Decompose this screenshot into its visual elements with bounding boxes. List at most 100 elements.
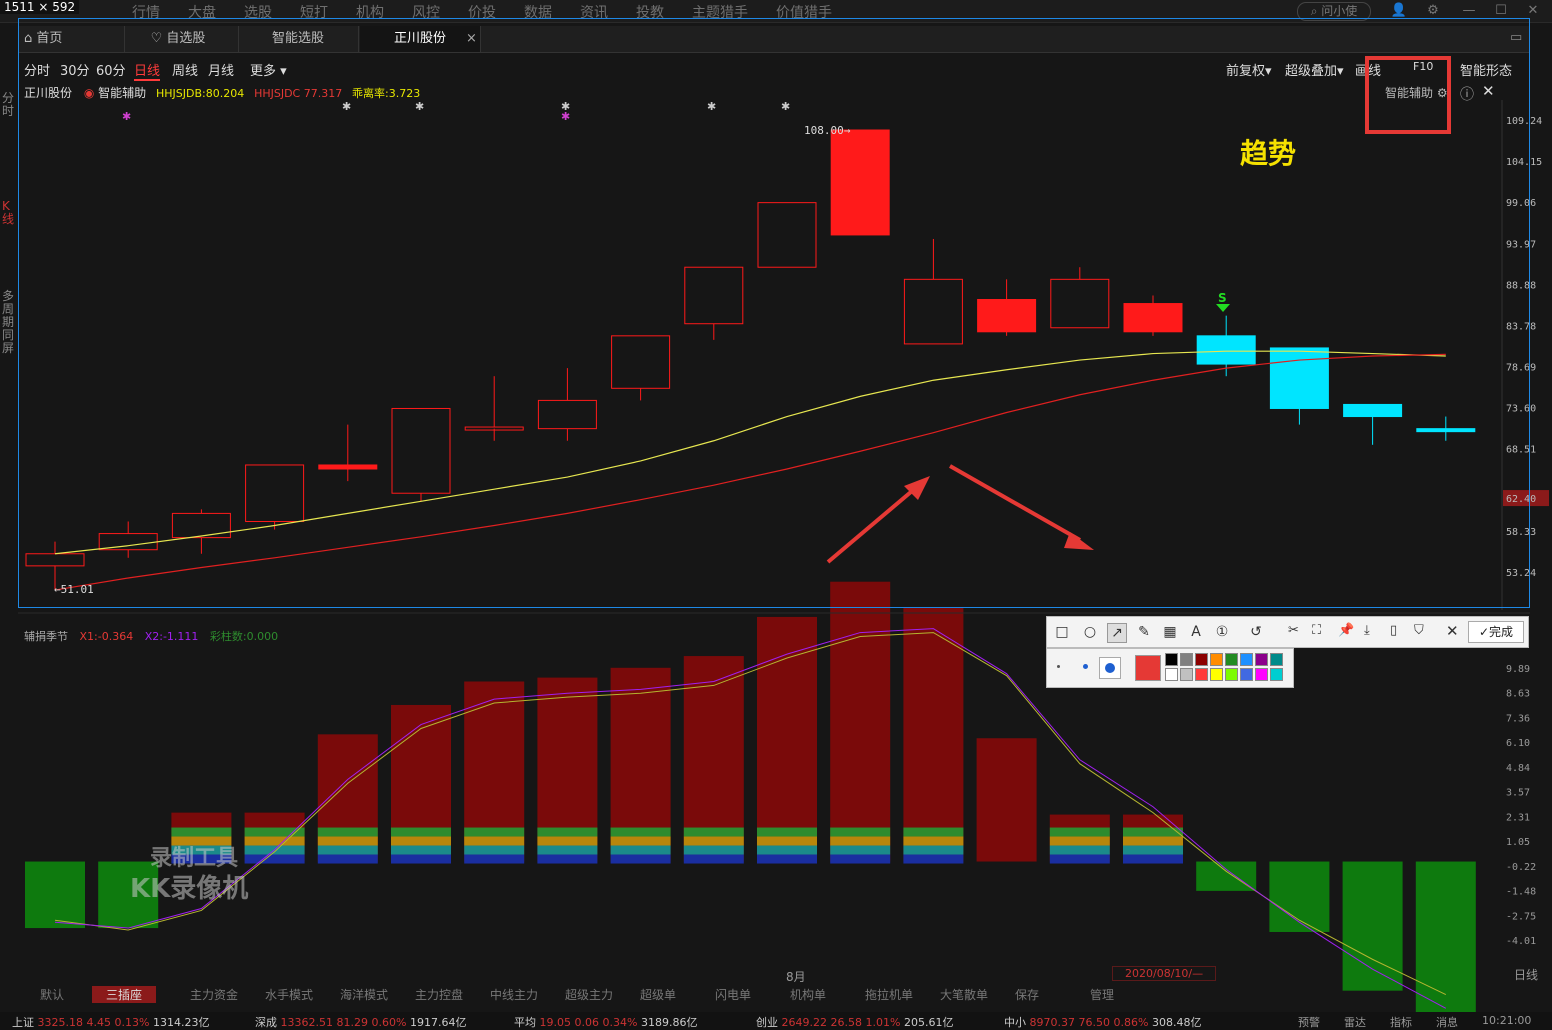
color-swatch[interactable] [1255,653,1268,666]
size-large[interactable] [1099,657,1121,679]
date-range-label: 2020/08/10/— [1112,966,1217,981]
help-icon[interactable]: ⓘ [1460,84,1474,104]
indicator-band [317,827,378,837]
color-swatch[interactable] [1180,668,1193,681]
arrow-tool-icon[interactable]: ↗ [1107,623,1127,643]
bookmark-icon[interactable]: ⛉ [1414,623,1424,638]
color-swatch[interactable] [1225,668,1238,681]
status-item[interactable]: 10:21:00 [1482,1014,1531,1027]
chart-selection-frame [18,18,1530,608]
indicator-tab[interactable]: 海洋模式 [340,986,388,1003]
indicator-band [757,827,817,837]
indicator-bar-positive [830,581,891,862]
indicator-band [903,854,964,864]
color-swatch[interactable] [1195,668,1208,681]
indicator-tab[interactable]: 保存 [1015,986,1039,1003]
status-item[interactable]: 预警 [1298,1014,1320,1030]
indicator-band [610,845,671,855]
fullscreen-icon[interactable]: ⛶ [1312,623,1321,638]
indicator-tab[interactable]: 大笔散单 [940,986,988,1003]
legend-stock-name: 正川股份 [24,86,73,100]
indicator-band [683,845,744,855]
trend-annotation: 趋势 [1240,137,1297,170]
indicator-band [610,836,671,846]
legend-lower-x3: 彩柱数:0.000 [209,630,279,643]
legend-lower-x1: X1:-0.364 [79,630,134,643]
indicator-tab[interactable]: 默认 [40,986,64,1003]
undo-icon[interactable]: ↺ [1247,623,1265,641]
color-swatch[interactable] [1255,668,1268,681]
indicator-band [1123,854,1183,864]
color-swatch[interactable] [1195,653,1208,666]
rectangle-tool-icon[interactable]: □ [1053,623,1071,641]
text-tool-icon[interactable]: A [1187,623,1205,641]
indicator-band [830,827,891,837]
indicator-tab[interactable]: 超级主力 [565,986,613,1003]
lower-axis-label: 7.36 [1506,714,1530,725]
color-swatch[interactable] [1225,653,1238,666]
lower-axis-label: 3.57 [1506,788,1530,799]
indicator-tab[interactable]: 三插座 [92,986,157,1003]
pen-tool-icon[interactable]: ✎ [1135,623,1153,641]
color-swatch[interactable] [1270,668,1283,681]
circle-tool-icon[interactable]: ○ [1081,623,1099,641]
indicator-tab[interactable]: 主力资金 [190,986,238,1003]
indicator-select-icon[interactable]: ◉ [84,86,94,100]
mosaic-tool-icon[interactable]: ▦ [1161,623,1179,641]
highlight-box [1365,56,1451,134]
size-medium[interactable] [1083,664,1088,669]
color-swatch[interactable] [1180,653,1193,666]
cancel-icon[interactable]: ✕ [1446,622,1459,640]
indicator-tab[interactable]: 中线主力 [490,986,538,1003]
color-swatch[interactable] [1165,653,1178,666]
index-quote[interactable]: 深成 13362.51 81.29 0.60% 1917.64亿 [255,1014,466,1030]
indicator-band [537,845,598,855]
indicator-band [757,854,817,864]
indicator-tab[interactable]: 闪电单 [715,986,751,1003]
month-label: 8月 [786,970,806,984]
indicator-tab[interactable]: 机构单 [790,986,826,1003]
phone-icon[interactable]: ▯ [1390,623,1397,638]
color-swatch[interactable] [1165,668,1178,681]
legend-indicator-3: 乖离率:3.723 [352,87,421,100]
index-quote[interactable]: 创业 2649.22 26.58 1.01% 205.61亿 [756,1014,953,1030]
indicator-band [1123,845,1183,855]
indicator-bar-negative [1196,861,1257,891]
status-item[interactable]: 雷达 [1344,1014,1366,1030]
index-quote[interactable]: 平均 19.05 0.06 0.34% 3189.86亿 [514,1014,697,1030]
close-assist-icon[interactable]: ✕ [1482,82,1495,100]
download-icon[interactable]: ⤓ [1364,623,1370,638]
index-quote[interactable]: 上证 3325.18 4.45 0.13% 1314.23亿 [12,1014,209,1030]
indicator-tab[interactable]: 主力控盘 [415,986,463,1003]
legend-indicator-2: HHJSJDC 77.317 [254,87,343,100]
status-item[interactable]: 指标 [1390,1014,1412,1030]
color-swatch[interactable] [1210,668,1223,681]
indicator-tab[interactable]: 水手模式 [265,986,313,1003]
legend-assist[interactable]: 智能辅助 [98,86,146,100]
indicator-band [391,836,451,846]
indicator-tab[interactable]: 拖拉机单 [865,986,913,1003]
color-swatch[interactable] [1240,653,1253,666]
crop-icon[interactable]: ✂ [1288,623,1299,638]
pin-icon[interactable]: 📌 [1338,623,1354,638]
indicator-band [464,854,525,864]
indicator-band [903,827,964,837]
indicator-tab[interactable]: 管理 [1090,986,1114,1003]
color-swatch[interactable] [1210,653,1223,666]
lower-axis-label: 9.89 [1506,664,1530,675]
color-swatch[interactable] [1270,653,1283,666]
legend-indicator-1: HHJSJDB:80.204 [156,87,245,100]
indicator-bar-negative [1269,861,1330,932]
done-button[interactable]: ✓完成 [1468,621,1524,643]
color-swatch[interactable] [1240,668,1253,681]
size-small[interactable] [1057,665,1060,668]
indicator-band [317,854,378,864]
indicator-band [683,827,744,837]
indicator-band [757,845,817,855]
status-item[interactable]: 消息 [1436,1014,1458,1030]
selected-color-swatch[interactable] [1135,655,1161,681]
number-tool-icon[interactable]: ① [1213,623,1231,641]
indicator-tab[interactable]: 超级单 [640,986,676,1003]
index-quote[interactable]: 中小 8970.37 76.50 0.86% 308.48亿 [1004,1014,1201,1030]
lower-axis-label: 1.05 [1506,837,1530,848]
